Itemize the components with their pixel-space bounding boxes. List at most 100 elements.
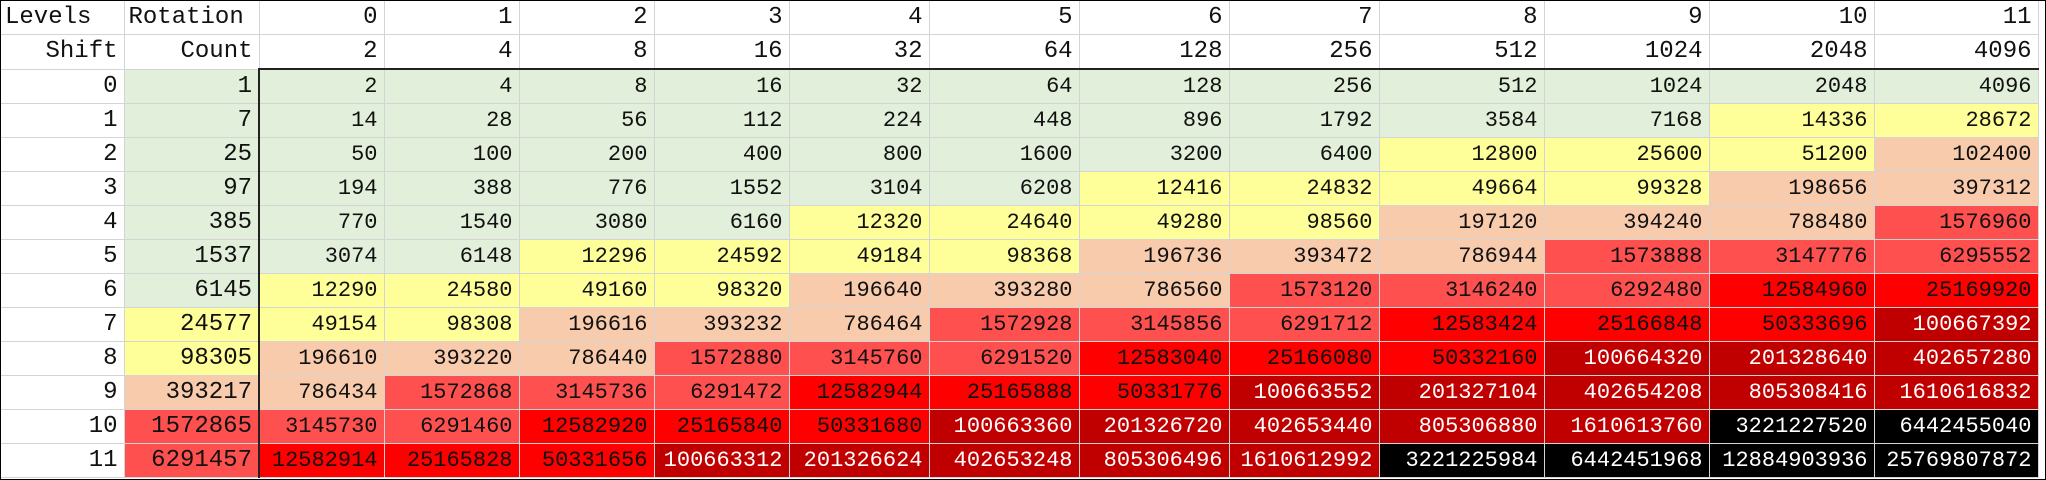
value-cell[interactable]: 224	[789, 103, 930, 138]
power-header-cell[interactable]: 2	[259, 34, 385, 70]
value-cell[interactable]: 12290	[258, 273, 385, 308]
shift-cell[interactable]: 1	[1, 103, 125, 138]
value-cell[interactable]: 98320	[654, 273, 790, 308]
value-cell[interactable]: 6295552	[1874, 239, 2039, 274]
count-label[interactable]: Count	[124, 34, 260, 70]
value-cell[interactable]: 14336	[1709, 103, 1875, 138]
value-cell[interactable]: 1610616832	[1874, 375, 2039, 410]
level-header-cell[interactable]: 3	[654, 1, 790, 35]
value-cell[interactable]: 12584960	[1709, 273, 1875, 308]
value-cell[interactable]: 402653440	[1229, 409, 1380, 444]
power-header-cell[interactable]: 16	[654, 34, 790, 70]
power-header-cell[interactable]: 64	[929, 34, 1080, 70]
level-header-cell[interactable]: 7	[1229, 1, 1380, 35]
value-cell[interactable]: 25166080	[1229, 341, 1380, 376]
value-cell[interactable]: 8	[519, 68, 655, 104]
value-cell[interactable]: 24592	[654, 239, 790, 274]
power-header-cell[interactable]: 8	[519, 34, 655, 70]
value-cell[interactable]: 788480	[1709, 205, 1875, 240]
value-cell[interactable]: 12582914	[258, 443, 385, 478]
value-cell[interactable]: 393232	[654, 307, 790, 342]
value-cell[interactable]: 394240	[1544, 205, 1710, 240]
value-cell[interactable]: 1792	[1229, 103, 1380, 138]
value-cell[interactable]: 64	[929, 68, 1080, 104]
value-cell[interactable]: 100667392	[1874, 307, 2039, 342]
value-cell[interactable]: 402654208	[1544, 375, 1710, 410]
value-cell[interactable]: 393472	[1229, 239, 1380, 274]
rotation-count-cell[interactable]: 1572865	[124, 409, 260, 444]
value-cell[interactable]: 776	[519, 171, 655, 206]
value-cell[interactable]: 402657280	[1874, 341, 2039, 376]
level-header-cell[interactable]: 8	[1379, 1, 1545, 35]
value-cell[interactable]: 786560	[1079, 273, 1230, 308]
value-cell[interactable]: 196736	[1079, 239, 1230, 274]
value-cell[interactable]: 1552	[654, 171, 790, 206]
value-cell[interactable]: 1572928	[929, 307, 1080, 342]
value-cell[interactable]: 6148	[384, 239, 520, 274]
value-cell[interactable]: 12582920	[519, 409, 655, 444]
value-cell[interactable]: 7168	[1544, 103, 1710, 138]
value-cell[interactable]: 194	[258, 171, 385, 206]
value-cell[interactable]: 56	[519, 103, 655, 138]
value-cell[interactable]: 3221225984	[1379, 443, 1545, 478]
value-cell[interactable]: 25769807872	[1874, 443, 2039, 478]
level-header-cell[interactable]: 11	[1874, 1, 2039, 35]
value-cell[interactable]: 1610613760	[1544, 409, 1710, 444]
value-cell[interactable]: 128	[1079, 68, 1230, 104]
value-cell[interactable]: 1600	[929, 137, 1080, 172]
value-cell[interactable]: 25166848	[1544, 307, 1710, 342]
value-cell[interactable]: 201326720	[1079, 409, 1230, 444]
shift-cell[interactable]: 2	[1, 137, 125, 172]
power-header-cell[interactable]: 2048	[1709, 34, 1875, 70]
shift-cell[interactable]: 11	[1, 443, 125, 478]
value-cell[interactable]: 24640	[929, 205, 1080, 240]
value-cell[interactable]: 3145736	[519, 375, 655, 410]
value-cell[interactable]: 786944	[1379, 239, 1545, 274]
shift-cell[interactable]: 7	[1, 307, 125, 342]
value-cell[interactable]: 1540	[384, 205, 520, 240]
value-cell[interactable]: 6291712	[1229, 307, 1380, 342]
value-cell[interactable]: 196640	[789, 273, 930, 308]
value-cell[interactable]: 6291520	[929, 341, 1080, 376]
value-cell[interactable]: 3584	[1379, 103, 1545, 138]
value-cell[interactable]: 786434	[258, 375, 385, 410]
value-cell[interactable]: 1572868	[384, 375, 520, 410]
rotation-count-cell[interactable]: 1537	[124, 239, 260, 274]
value-cell[interactable]: 28672	[1874, 103, 2039, 138]
value-cell[interactable]: 2048	[1709, 68, 1875, 104]
value-cell[interactable]: 201328640	[1709, 341, 1875, 376]
levels-label[interactable]: Levels	[1, 1, 125, 35]
rotation-count-cell[interactable]: 1	[124, 69, 260, 104]
value-cell[interactable]: 3146240	[1379, 273, 1545, 308]
value-cell[interactable]: 25165828	[384, 443, 520, 478]
level-header-cell[interactable]: 9	[1544, 1, 1710, 35]
level-header-cell[interactable]: 6	[1079, 1, 1230, 35]
power-header-cell[interactable]: 1024	[1544, 34, 1710, 70]
power-header-cell[interactable]: 4096	[1874, 34, 2039, 70]
value-cell[interactable]: 1610612992	[1229, 443, 1380, 478]
value-cell[interactable]: 50	[258, 137, 385, 172]
value-cell[interactable]: 100664320	[1544, 341, 1710, 376]
value-cell[interactable]: 12296	[519, 239, 655, 274]
value-cell[interactable]: 896	[1079, 103, 1230, 138]
value-cell[interactable]: 256	[1229, 68, 1380, 104]
rotation-count-cell[interactable]: 98305	[124, 341, 260, 376]
shift-label[interactable]: Shift	[1, 34, 125, 70]
value-cell[interactable]: 100663360	[929, 409, 1080, 444]
value-cell[interactable]: 12320	[789, 205, 930, 240]
value-cell[interactable]: 6291472	[654, 375, 790, 410]
value-cell[interactable]: 6291460	[384, 409, 520, 444]
value-cell[interactable]: 3145760	[789, 341, 930, 376]
shift-cell[interactable]: 6	[1, 273, 125, 308]
level-header-cell[interactable]: 0	[259, 1, 385, 35]
value-cell[interactable]: 3200	[1079, 137, 1230, 172]
value-cell[interactable]: 3104	[789, 171, 930, 206]
value-cell[interactable]: 50332160	[1379, 341, 1545, 376]
shift-cell[interactable]: 8	[1, 341, 125, 376]
value-cell[interactable]: 3080	[519, 205, 655, 240]
value-cell[interactable]: 3145730	[258, 409, 385, 444]
value-cell[interactable]: 51200	[1709, 137, 1875, 172]
value-cell[interactable]: 393220	[384, 341, 520, 376]
shift-cell[interactable]: 5	[1, 239, 125, 274]
rotation-count-cell[interactable]: 385	[124, 205, 260, 240]
